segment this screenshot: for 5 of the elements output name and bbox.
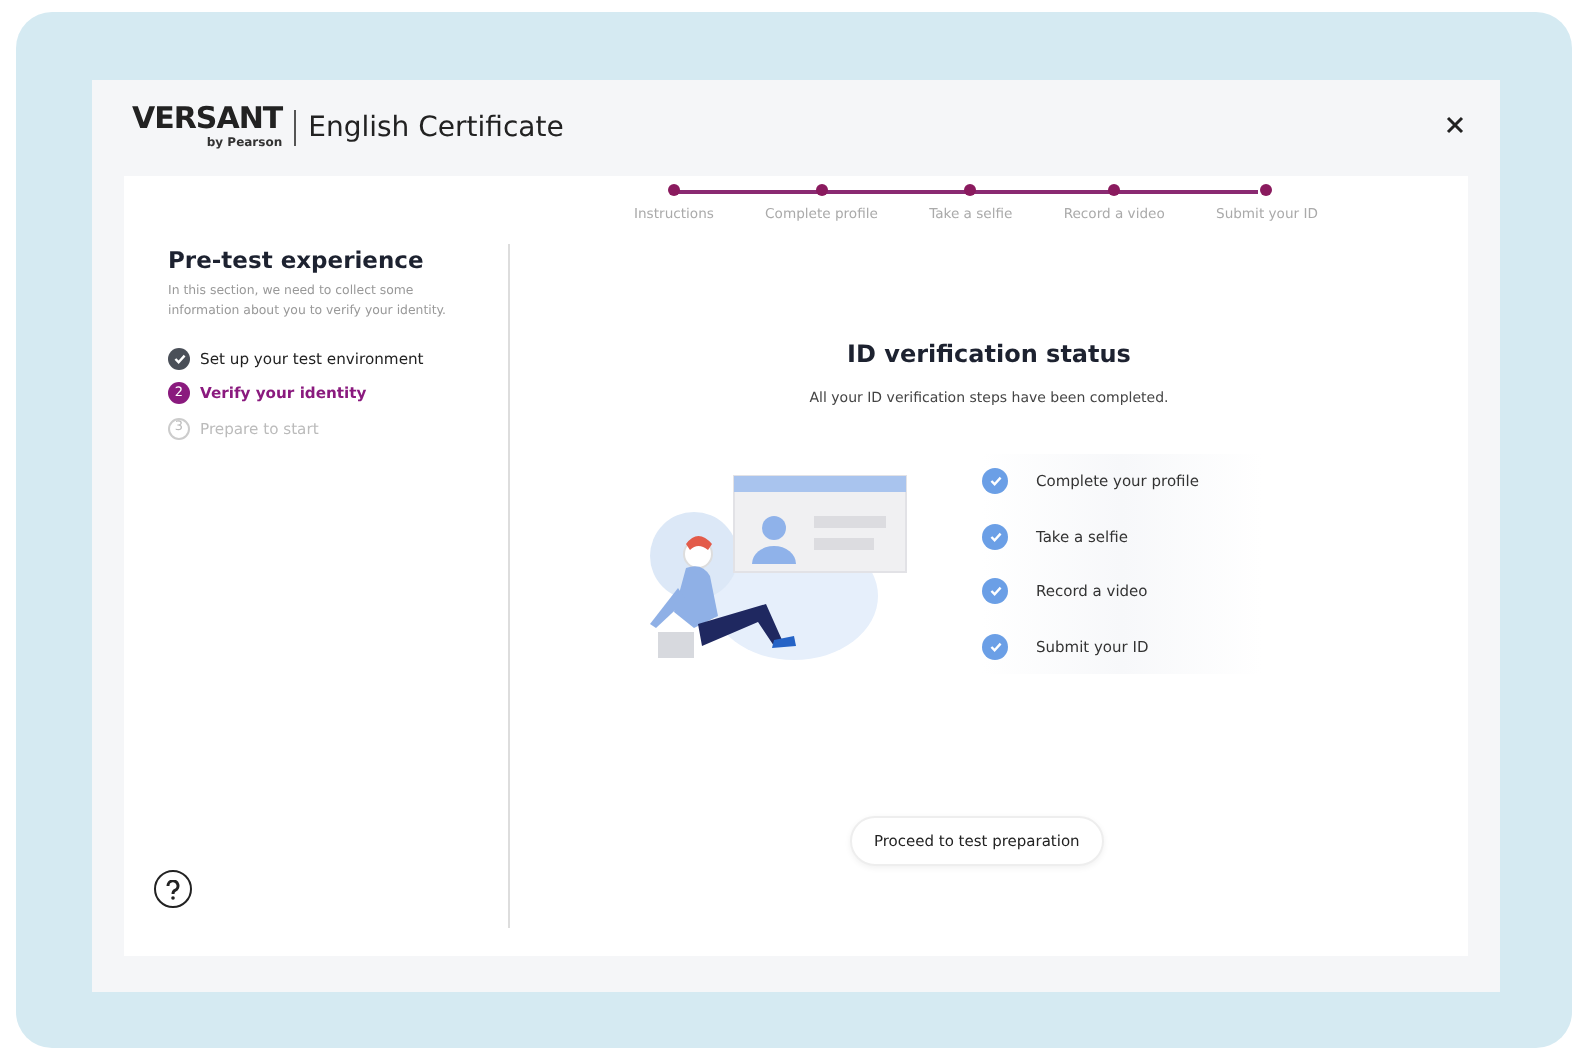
help-icon[interactable] [154,870,192,908]
brand-logo: VERSANT [132,104,283,134]
sidebar-title: Pre-test experience [168,244,426,278]
app-title: English Certificate [308,109,564,147]
status-title: ID verification status [845,338,1133,372]
